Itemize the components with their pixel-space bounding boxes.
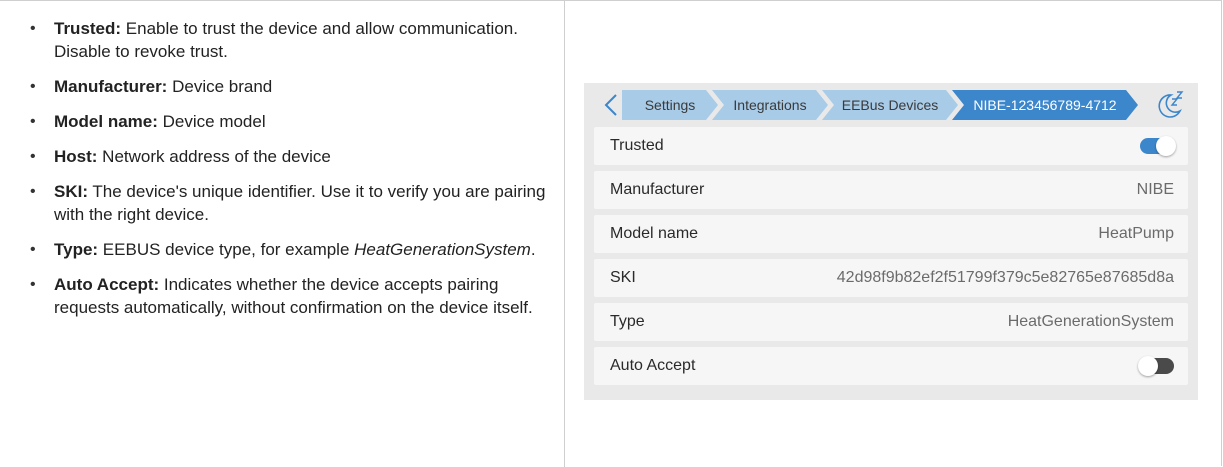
doc-item-auto-accept: Auto Accept: Indicates whether the devic… [30, 273, 550, 319]
row-label: Model name [610, 225, 699, 242]
doc-example: HeatGenerationSystem [354, 240, 531, 259]
sleep-icon [1158, 91, 1184, 118]
doc-text: Device brand [167, 77, 273, 96]
row-value: 42d98f9b82ef2f51799f379c5e82765e87685d8a [836, 269, 1174, 286]
doc-text: Network address of the device [97, 147, 331, 166]
breadcrumb-eebus-devices[interactable]: EEBus Devices [822, 90, 958, 120]
row-value: NIBE [1136, 181, 1174, 198]
doc-text: EEBUS device type, for example [98, 240, 355, 259]
row-label: Type [610, 313, 645, 330]
row-auto-accept: Auto Accept [594, 347, 1188, 385]
doc-item-type: Type: EEBUS device type, for example Hea… [30, 238, 550, 261]
row-trusted: Trusted [594, 127, 1188, 165]
row-label: Auto Accept [610, 357, 696, 374]
breadcrumb-current-device[interactable]: NIBE-123456789-4712 [952, 90, 1138, 120]
doc-item-manufacturer: Manufacturer: Device brand [30, 75, 550, 98]
top-bar: Settings Integrations EEBus Devices NIBE… [584, 83, 1198, 127]
column-divider [564, 0, 565, 467]
trusted-toggle[interactable] [1140, 136, 1176, 156]
doc-item-model-name: Model name: Device model [30, 110, 550, 133]
row-model-name: Model name HeatPump [594, 215, 1188, 253]
row-label: Trusted [610, 137, 664, 154]
row-value: HeatPump [1098, 225, 1174, 242]
doc-text: Device model [157, 112, 266, 131]
doc-text: . [530, 240, 536, 259]
back-button[interactable] [598, 90, 624, 120]
field-description-list: Trusted: Enable to trust the device and … [30, 17, 550, 319]
device-settings-panel: Settings Integrations EEBus Devices NIBE… [584, 83, 1198, 400]
doc-term: Model name: [54, 112, 158, 131]
breadcrumb-settings[interactable]: Settings [622, 90, 718, 120]
doc-term: SKI: [54, 182, 88, 201]
toggle-knob [1138, 356, 1158, 376]
settings-list: Trusted Manufacturer NIBE Model name Hea… [584, 127, 1198, 391]
chevron-left-icon [604, 94, 617, 116]
documentation-column: Trusted: Enable to trust the device and … [30, 17, 550, 319]
doc-item-ski: SKI: The device's unique identifier. Use… [30, 180, 550, 226]
auto-accept-toggle[interactable] [1138, 356, 1174, 376]
breadcrumb-integrations[interactable]: Integrations [712, 90, 828, 120]
toggle-knob [1156, 136, 1176, 156]
row-type: Type HeatGenerationSystem [594, 303, 1188, 341]
doc-term: Trusted: [54, 19, 122, 38]
doc-term: Manufacturer: [54, 77, 168, 96]
doc-item-host: Host: Network address of the device [30, 145, 550, 168]
row-manufacturer: Manufacturer NIBE [594, 171, 1188, 209]
doc-text: Enable to trust the device and allow com… [54, 19, 518, 61]
row-ski: SKI 42d98f9b82ef2f51799f379c5e82765e8768… [594, 259, 1188, 297]
row-label: Manufacturer [610, 181, 705, 198]
doc-term: Host: [54, 147, 98, 166]
sleep-button[interactable] [1154, 89, 1186, 121]
row-value: HeatGenerationSystem [1007, 313, 1174, 330]
doc-text: The device's unique identifier. Use it t… [54, 182, 546, 224]
doc-term: Auto Accept: [54, 275, 160, 294]
row-label: SKI [610, 269, 636, 286]
doc-term: Type: [54, 240, 99, 259]
doc-item-trusted: Trusted: Enable to trust the device and … [30, 17, 550, 63]
